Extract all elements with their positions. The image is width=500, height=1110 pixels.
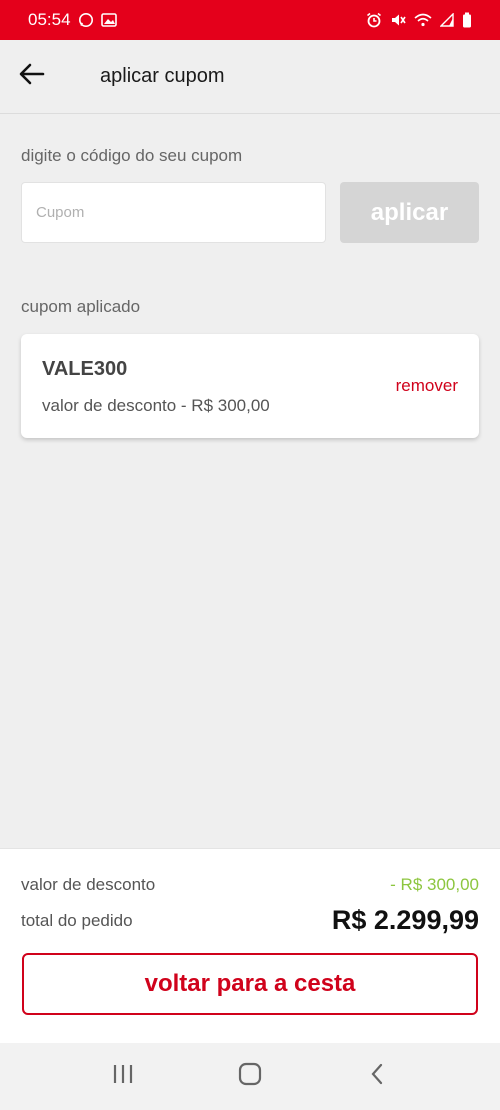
home-icon xyxy=(237,1061,263,1092)
discount-row: valor de desconto - R$ 300,00 xyxy=(21,875,479,895)
discount-label: valor de desconto xyxy=(21,875,156,894)
wifi-icon xyxy=(414,13,432,27)
chevron-left-icon xyxy=(369,1062,385,1091)
back-to-cart-button[interactable]: voltar para a cesta xyxy=(22,953,478,1015)
coupon-code: VALE300 xyxy=(42,358,128,380)
applied-coupon-section-label: cupom aplicado xyxy=(21,297,141,316)
home-button[interactable] xyxy=(220,1052,280,1102)
coupon-input[interactable] xyxy=(21,182,326,243)
image-icon xyxy=(100,13,117,27)
remove-coupon-link[interactable]: remover xyxy=(396,376,458,396)
coupon-discount-description: valor de desconto - R$ 300,00 xyxy=(42,396,270,415)
system-nav-bar xyxy=(0,1043,500,1110)
apply-coupon-button[interactable]: aplicar xyxy=(340,182,479,243)
back-button[interactable] xyxy=(2,40,62,114)
mute-icon xyxy=(390,12,406,28)
total-row: total do pedido R$ 2.299,99 xyxy=(21,905,479,936)
arrow-left-icon xyxy=(19,63,45,90)
battery-icon xyxy=(462,12,472,28)
total-value: R$ 2.299,99 xyxy=(331,905,479,935)
status-time: 05:54 xyxy=(28,10,71,29)
page-title: aplicar cupom xyxy=(100,65,225,87)
total-label: total do pedido xyxy=(21,910,133,930)
signal-icon xyxy=(440,13,454,27)
applied-coupon-card: VALE300 valor de desconto - R$ 300,00 re… xyxy=(21,334,479,438)
discount-value: - R$ 300,00 xyxy=(390,875,479,894)
order-summary: valor de desconto - R$ 300,00 total do p… xyxy=(0,848,500,1043)
recent-apps-button[interactable] xyxy=(93,1052,153,1102)
whatsapp-icon xyxy=(78,12,94,28)
alarm-icon xyxy=(366,12,382,28)
recent-apps-icon xyxy=(111,1063,135,1090)
status-bar: 05:54 xyxy=(0,0,500,40)
app-bar: aplicar cupom xyxy=(0,40,500,114)
system-back-button[interactable] xyxy=(347,1052,407,1102)
coupon-code-label: digite o código do seu cupom xyxy=(21,146,243,165)
